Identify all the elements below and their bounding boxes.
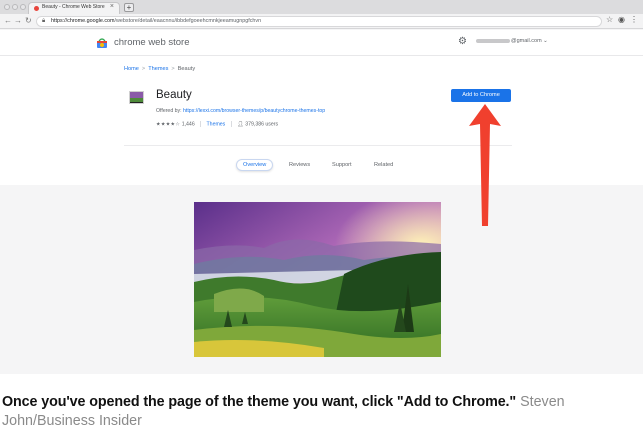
chrome-web-store-logo-icon[interactable] [96,37,108,49]
rating-stars-icon[interactable]: ★★★★☆ [156,121,180,127]
divider [230,121,232,127]
theme-preview-image [194,202,441,357]
browser-tab[interactable]: Beauty - Chrome Web Store × [28,2,120,14]
browser-tab-strip: Beauty - Chrome Web Store × + [0,0,643,14]
account-menu[interactable]: @gmail.com ⌄ [476,38,548,44]
tab-favicon-icon [34,6,39,11]
users-icon: 👤︎ [237,121,244,128]
menu-dots-icon[interactable]: ⋮ [630,15,638,24]
forward-arrow-icon[interactable]: → [14,16,22,25]
browser-toolbar: ← → ↻ 🔒︎ https://chrome.google.com/webst… [0,14,643,29]
redacted-email [476,38,510,43]
red-arrow-icon [469,104,501,226]
extension-meta: ★★★★☆ 1,446 Themes 👤︎ 379,386 users [156,121,278,127]
bookmark-star-icon[interactable]: ☆ [606,15,613,24]
tab-close-icon[interactable]: × [110,3,114,10]
theme-thumbnail [129,91,144,104]
breadcrumb-current: Beauty [177,66,196,72]
tab-overview[interactable]: Overview [236,159,274,171]
offered-by: Offered by: https://lexxi.com/browser-th… [156,108,326,114]
tab-reviews[interactable]: Reviews [289,159,310,171]
user-count: 379,386 users [245,121,279,128]
extension-title: Beauty [156,89,192,101]
divider [200,121,202,127]
rating-count[interactable]: 1,446 [182,121,195,127]
reload-icon[interactable]: ↻ [25,16,32,25]
tab-related[interactable]: Related [374,159,393,171]
breadcrumb-separator: > [141,66,146,72]
store-header: chrome web store ⚙ @gmail.com ⌄ [0,30,643,56]
caption: Once you've opened the page of the theme… [2,393,640,431]
minimize-window-icon[interactable] [12,4,18,10]
web-store-page: chrome web store ⚙ @gmail.com ⌄ Home > The… [0,30,643,185]
lock-icon: 🔒︎ [42,18,46,24]
breadcrumb: Home > Themes > Beauty [124,66,195,72]
screenshot: Beauty - Chrome Web Store × + ← → ↻ 🔒︎ h… [0,0,643,374]
divider [124,145,512,146]
gear-icon[interactable]: ⚙ [458,36,467,47]
address-bar[interactable]: 🔒︎ https://chrome.google.com/webstore/de… [36,16,602,27]
breadcrumb-separator: > [171,66,175,72]
category-link[interactable]: Themes [207,121,226,127]
breadcrumb-home[interactable]: Home [124,66,139,72]
store-name[interactable]: chrome web store [114,37,190,48]
close-window-icon[interactable] [4,4,10,10]
new-tab-button[interactable]: + [124,3,134,12]
maximize-window-icon[interactable] [20,4,26,10]
breadcrumb-themes[interactable]: Themes [148,66,168,72]
back-arrow-icon[interactable]: ← [4,16,12,25]
offered-by-link[interactable]: https://lexxi.com/browser-themes/p/beaut… [183,108,325,114]
caption-text: Once you've opened the page of the theme… [2,394,517,410]
extension-icon[interactable]: ◉ [618,15,625,24]
tab-support[interactable]: Support [332,159,352,171]
url-text: https://chrome.google.com/webstore/detai… [51,18,262,24]
tab-title: Beauty - Chrome Web Store [42,4,105,10]
